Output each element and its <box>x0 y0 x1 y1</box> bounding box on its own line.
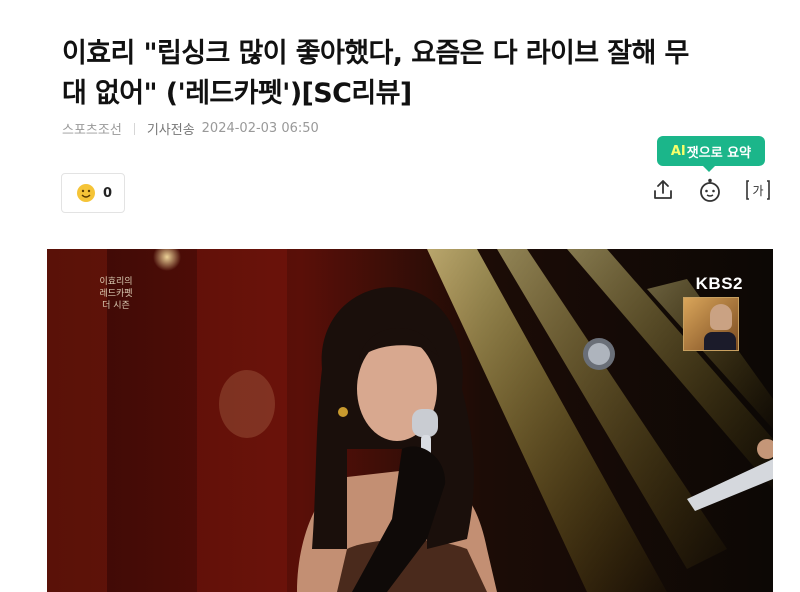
emoji-reaction-icon <box>77 184 95 202</box>
source-name[interactable]: 스포츠조선 <box>62 119 122 138</box>
ai-summary-icon[interactable] <box>697 177 723 203</box>
promo-body <box>704 332 736 350</box>
reaction-count: 0 <box>103 185 113 201</box>
show-logo-line-3: 더 시즌 <box>102 301 130 311</box>
article-datetime: 2024-02-03 06:50 <box>201 121 319 136</box>
svg-text:가: 가 <box>752 184 763 198</box>
font-size-icon[interactable]: 가 <box>745 177 771 203</box>
show-logo: 이효리의 레드카펫 더 시즌 <box>75 276 157 312</box>
dispatch-label: 기사전송 <box>146 123 195 138</box>
broadcaster-logo: KBS2 <box>695 274 743 293</box>
headline-line-1: 이효리 "립싱크 많이 좋아했다, 요즘은 다 라이브 잘해 무 <box>62 38 689 69</box>
ai-tip-prefix: AI <box>670 143 686 159</box>
promo-thumbnail <box>683 297 739 351</box>
show-logo-line-1: 이효리의 <box>99 277 133 287</box>
share-icon[interactable] <box>650 177 676 203</box>
article-headline: 이효리 "립싱크 많이 좋아했다, 요즘은 다 라이브 잘해 무 대 없어" (… <box>62 34 762 114</box>
headline-line-2: 대 없어" ('레드카펫')[SC리뷰] <box>62 78 412 109</box>
show-logo-line-2: 레드카펫 <box>99 289 133 299</box>
ai-tip-text: 잿으로 요약 <box>686 145 752 161</box>
promo-face <box>710 304 732 330</box>
reaction-button[interactable]: 0 <box>61 173 125 213</box>
ai-summary-tooltip[interactable]: AI 잿으로 요약 <box>657 136 765 172</box>
article-meta: 스포츠조선 기사전송 2024-02-03 06:50 <box>62 119 319 138</box>
meta-divider <box>133 122 135 135</box>
video-player[interactable]: 이효리의 레드카펫 더 시즌 KBS2 <box>47 249 773 592</box>
